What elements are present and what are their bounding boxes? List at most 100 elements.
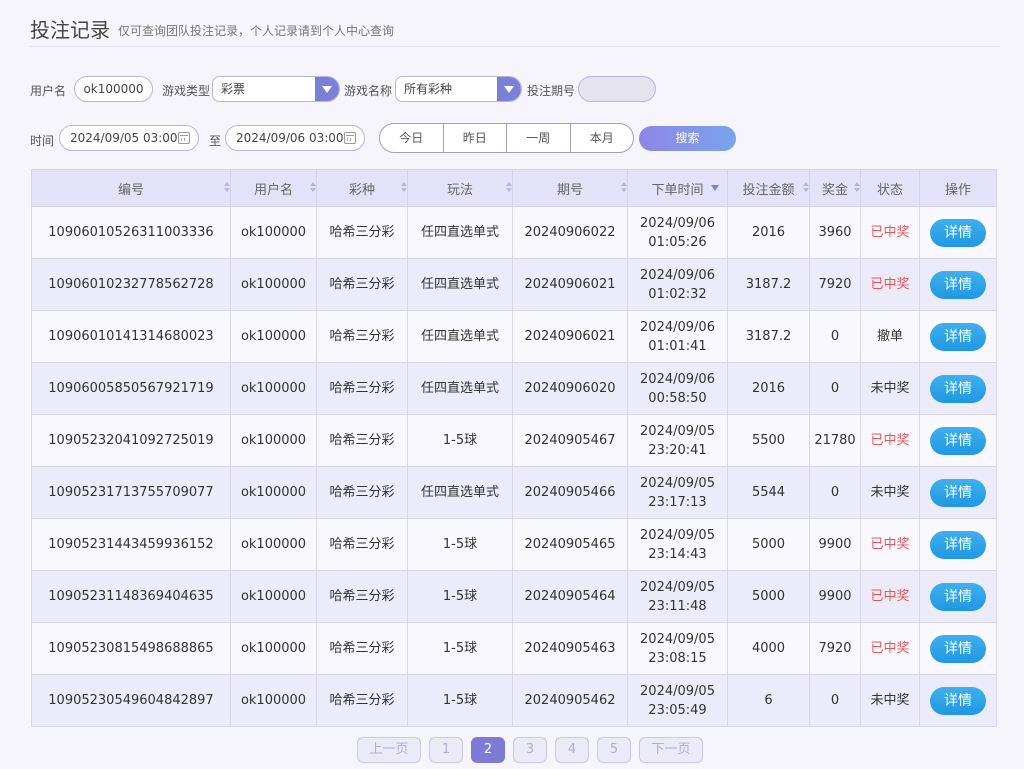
cell-amount: 2016 [727,206,810,259]
cell-amount: 5544 [727,466,810,519]
page-4-button[interactable]: 4 [555,737,589,763]
cell-lottery: 哈希三分彩 [316,414,408,467]
cell-lottery: 哈希三分彩 [316,258,408,311]
page-header: 投注记录 仅可查询团队投注记录，个人记录请到个人中心查询 [30,14,1000,47]
cell-lottery: 哈希三分彩 [316,518,408,571]
cell-play: 任四直选单式 [407,206,513,259]
header-order-time[interactable]: 下单时间 [627,169,728,207]
page-title: 投注记录 [30,18,110,42]
cell-status: 已中奖 [860,570,920,623]
quick-today-button[interactable]: 今日 [380,124,444,152]
table-row: 10906010526311003336 ok100000 哈希三分彩 任四直选单式 2… [31,206,997,259]
cell-order-time: 2024/09/05 23:05:49 [627,674,728,727]
cell-amount: 5000 [727,518,810,571]
cell-user: ok100000 [230,466,317,519]
cell-order-time: 2024/09/05 23:20:41 [627,414,728,467]
table-row: 10906010232778562728 ok100000 哈希三分彩 任四直选单式 2… [31,258,997,311]
header-lottery[interactable]: 彩种 [316,169,408,207]
header-play[interactable]: 玩法 [407,169,513,207]
cell-prize: 21780 [809,414,861,467]
cell-user: ok100000 [230,362,317,415]
start-date-input[interactable]: 2024/09/05 03:00 [59,125,199,151]
cell-status: 未中奖 [860,362,920,415]
cell-play: 1-5球 [407,674,513,727]
quick-yesterday-button[interactable]: 昨日 [444,124,507,152]
cell-action: 详情 [919,206,997,259]
detail-button[interactable]: 详情 [930,686,986,715]
page-3-button[interactable]: 3 [513,737,547,763]
cell-amount: 6 [727,674,810,727]
issue-input[interactable] [578,76,656,102]
username-label: 用户名 [30,84,67,98]
username-input[interactable]: ok100000 [74,76,153,102]
cell-prize: 3960 [809,206,861,259]
detail-button[interactable]: 详情 [930,478,986,507]
search-button[interactable]: 搜索 [639,126,736,151]
game-name-value: 所有彩种 [404,82,453,96]
cell-status: 未中奖 [860,674,920,727]
chevron-down-icon[interactable] [315,77,339,101]
end-date-value: 2024/09/06 03:00 [236,131,344,145]
cell-prize: 9900 [809,518,861,571]
order-time: 23:08:15 [648,650,707,666]
header-id[interactable]: 编号 [31,169,231,207]
cell-action: 详情 [919,466,997,519]
cell-user: ok100000 [230,310,317,363]
next-page-button[interactable]: 下一页 [639,737,703,763]
cell-play: 任四直选单式 [407,362,513,415]
quick-month-button[interactable]: 本月 [571,124,634,152]
quick-week-button[interactable]: 一周 [507,124,571,152]
page-2-button[interactable]: 2 [471,737,505,763]
calendar-icon[interactable] [178,132,190,144]
cell-action: 详情 [919,674,997,727]
end-date-input[interactable]: 2024/09/06 03:00 [225,125,365,151]
cell-lottery: 哈希三分彩 [316,466,408,519]
cell-id: 10906010526311003336 [31,206,231,259]
detail-button[interactable]: 详情 [930,426,986,455]
cell-issue: 20240905466 [512,466,628,519]
page-5-button[interactable]: 5 [597,737,631,763]
pagination: 上一页 1 2 3 4 5 下一页 [357,737,703,763]
chevron-down-icon[interactable] [497,77,521,101]
calendar-icon[interactable] [344,132,356,144]
detail-button[interactable]: 详情 [930,582,986,611]
header-prize[interactable]: 奖金 [809,169,861,207]
cell-action: 详情 [919,258,997,311]
detail-button[interactable]: 详情 [930,270,986,299]
cell-play: 任四直选单式 [407,466,513,519]
cell-play: 1-5球 [407,622,513,675]
cell-issue: 20240906021 [512,258,628,311]
game-name-select[interactable]: 所有彩种 [395,76,522,102]
detail-button[interactable]: 详情 [930,374,986,403]
cell-user: ok100000 [230,414,317,467]
cell-user: ok100000 [230,518,317,571]
cell-status: 撤单 [860,310,920,363]
cell-status: 已中奖 [860,518,920,571]
detail-button[interactable]: 详情 [930,634,986,663]
cell-prize: 0 [809,674,861,727]
cell-issue: 20240905467 [512,414,628,467]
header-issue[interactable]: 期号 [512,169,628,207]
header-status: 状态 [860,169,920,207]
cell-user: ok100000 [230,570,317,623]
order-time: 01:01:41 [648,338,707,354]
detail-button[interactable]: 详情 [930,530,986,559]
prev-page-button[interactable]: 上一页 [357,737,421,763]
detail-button[interactable]: 详情 [930,218,986,247]
header-user[interactable]: 用户名 [230,169,317,207]
cell-action: 详情 [919,622,997,675]
cell-id: 10905230549604842897 [31,674,231,727]
order-date: 2024/09/05 [640,475,715,491]
table-row: 10905231443459936152 ok100000 哈希三分彩 1-5球 202… [31,518,997,571]
cell-order-time: 2024/09/05 23:11:48 [627,570,728,623]
detail-button[interactable]: 详情 [930,322,986,351]
page-1-button[interactable]: 1 [429,737,463,763]
header-amount[interactable]: 投注金额 [727,169,810,207]
cell-issue: 20240905464 [512,570,628,623]
table-row: 10905232041092725019 ok100000 哈希三分彩 1-5球 202… [31,414,997,467]
cell-play: 任四直选单式 [407,310,513,363]
cell-user: ok100000 [230,206,317,259]
cell-amount: 5500 [727,414,810,467]
game-type-select[interactable]: 彩票 [212,76,340,102]
cell-id: 10906010232778562728 [31,258,231,311]
